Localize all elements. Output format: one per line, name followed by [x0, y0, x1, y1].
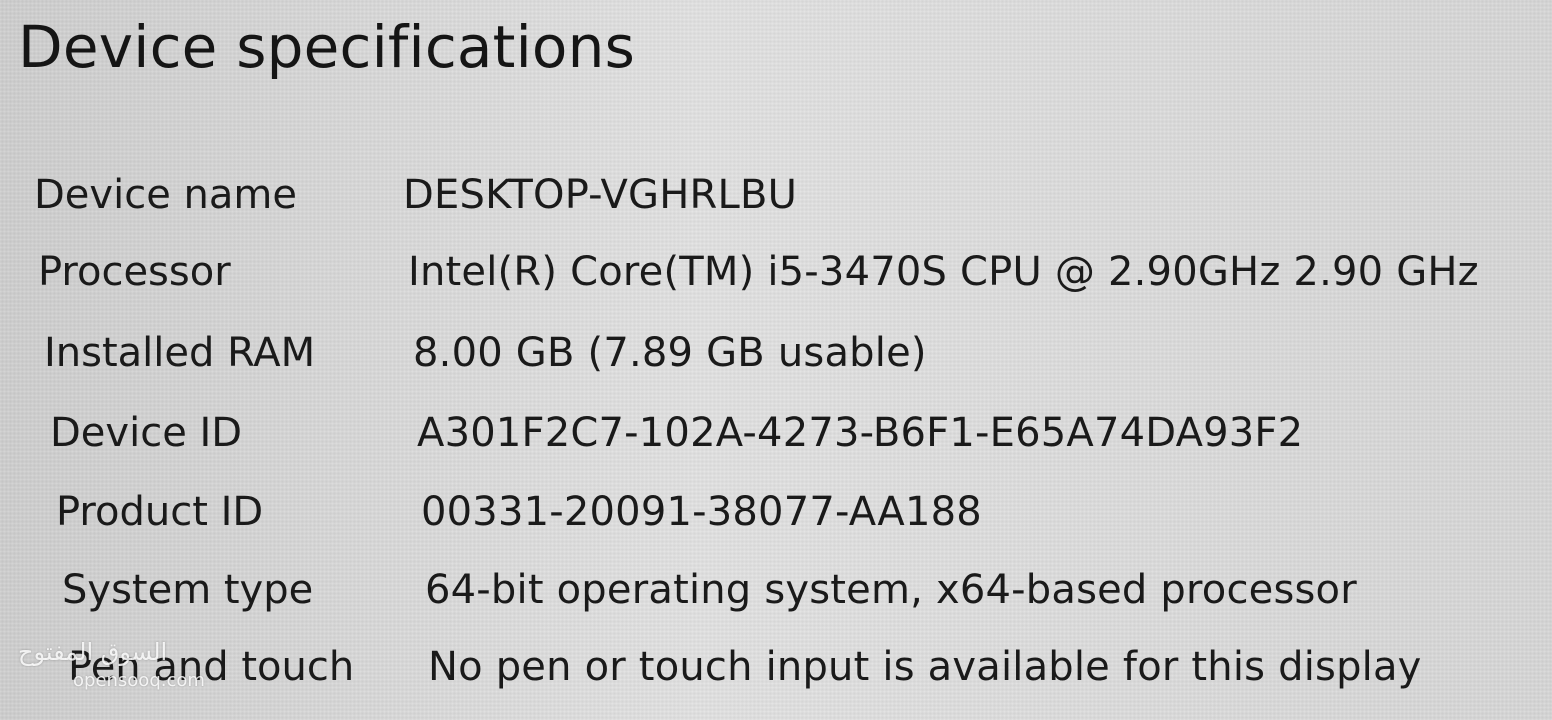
- spec-value: 00331-20091-38077-AA188: [421, 489, 982, 535]
- spec-value: 8.00 GB (7.89 GB usable): [413, 330, 927, 376]
- spec-label: Processor: [38, 249, 231, 295]
- device-specifications-panel: Device specifications Device name DESKTO…: [0, 0, 1552, 720]
- spec-row-product-id: Product ID 00331-20091-38077-AA188: [0, 492, 1552, 552]
- spec-row-device-name: Device name DESKTOP-VGHRLBU: [0, 175, 1552, 235]
- spec-value: 64-bit operating system, x64-based proce…: [425, 567, 1357, 613]
- spec-row-processor: Processor Intel(R) Core(TM) i5-3470S CPU…: [0, 252, 1552, 312]
- spec-value: A301F2C7-102A-4273-B6F1-E65A74DA93F2: [417, 410, 1304, 456]
- spec-label: Product ID: [56, 489, 264, 535]
- spec-value: No pen or touch input is available for t…: [428, 644, 1422, 690]
- spec-row-device-id: Device ID A301F2C7-102A-4273-B6F1-E65A74…: [0, 413, 1552, 473]
- spec-row-pen-and-touch: Pen and touch No pen or touch input is a…: [0, 647, 1552, 707]
- spec-label: Pen and touch: [68, 644, 355, 690]
- spec-row-system-type: System type 64-bit operating system, x64…: [0, 570, 1552, 630]
- spec-value: DESKTOP-VGHRLBU: [403, 172, 798, 218]
- spec-label: System type: [62, 567, 314, 613]
- spec-label: Installed RAM: [44, 330, 316, 376]
- spec-value: Intel(R) Core(TM) i5-3470S CPU @ 2.90GHz…: [408, 249, 1479, 295]
- spec-row-installed-ram: Installed RAM 8.00 GB (7.89 GB usable): [0, 333, 1552, 393]
- specifications-list: Device name DESKTOP-VGHRLBU Processor In…: [0, 0, 1552, 720]
- spec-label: Device name: [34, 172, 297, 218]
- spec-label: Device ID: [50, 410, 243, 456]
